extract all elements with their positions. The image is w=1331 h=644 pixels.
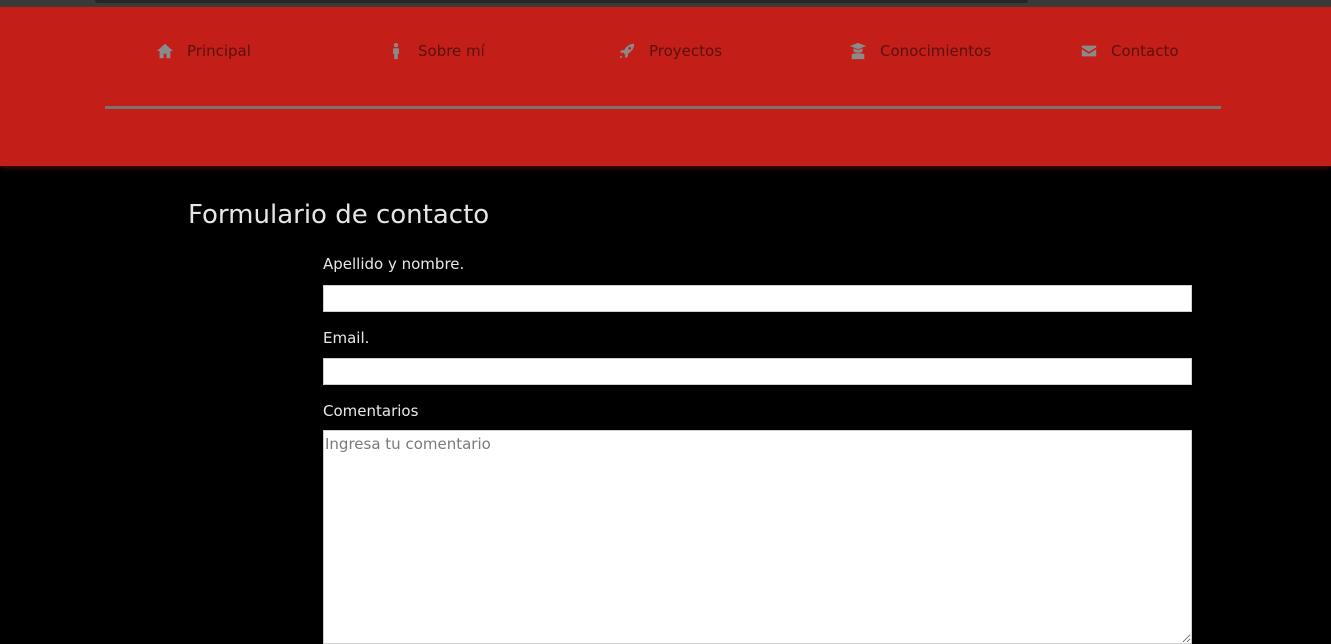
rocket-icon [617,41,637,61]
email-label: Email. [323,329,370,347]
nav-item-conocimientos[interactable]: Conocimientos [848,40,991,62]
graduate-icon [848,41,868,61]
nav-divider [105,106,1221,109]
nav-item-label: Conocimientos [880,42,992,60]
main-nav: Principal Sobre mí Proyectos Conocimient… [0,7,1331,97]
home-icon [155,41,175,61]
comments-label: Comentarios [323,402,419,420]
nav-item-label: Sobre mí [418,42,485,60]
nav-item-sobre-mi[interactable]: Sobre mí [386,40,485,62]
nav-item-label: Proyectos [649,42,723,60]
nav-item-label: Contacto [1111,42,1179,60]
contact-section: Formulario de contacto Apellido y nombre… [0,166,1331,644]
browser-top-strip-inner [95,0,1028,3]
name-field[interactable] [323,285,1192,312]
browser-top-strip [0,0,1331,7]
name-label: Apellido y nombre. [323,255,465,273]
site-header: Principal Sobre mí Proyectos Conocimient… [0,7,1331,166]
comments-textarea[interactable] [323,430,1192,644]
nav-item-contacto[interactable]: Contacto [1079,40,1179,62]
nav-item-principal[interactable]: Principal [155,40,251,62]
envelope-icon [1079,41,1099,61]
nav-item-label: Principal [187,42,251,60]
nav-item-proyectos[interactable]: Proyectos [617,40,722,62]
person-icon [386,41,406,61]
email-field[interactable] [323,358,1192,385]
page-title: Formulario de contacto [188,200,490,230]
